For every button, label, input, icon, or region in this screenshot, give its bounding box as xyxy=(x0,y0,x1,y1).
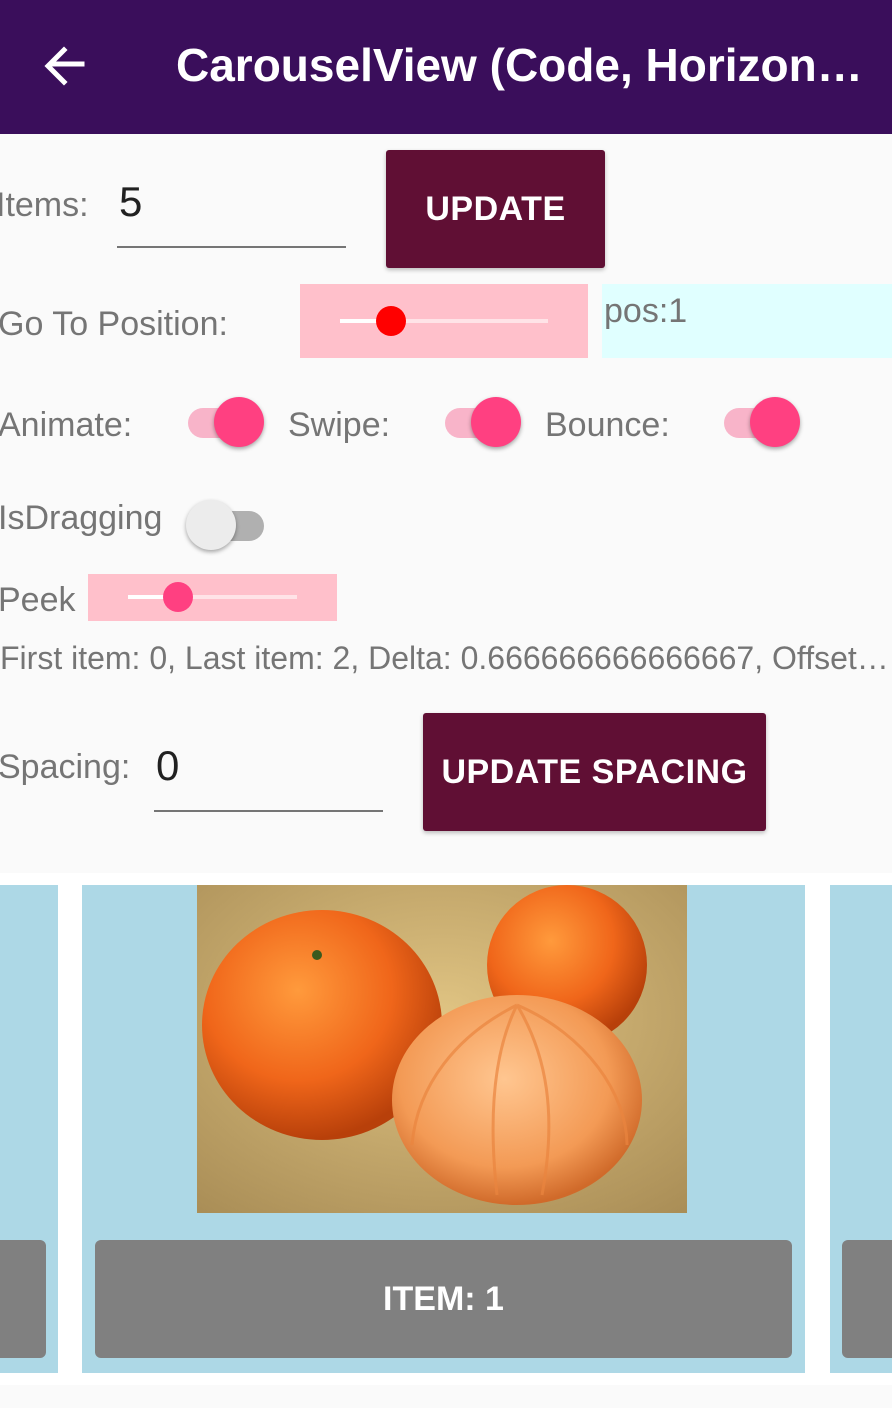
spacing-label: Spacing: xyxy=(0,748,131,786)
arrow-back-icon[interactable] xyxy=(38,40,90,92)
peek-label: Peek xyxy=(0,581,76,619)
bounce-label: Bounce: xyxy=(545,406,670,444)
position-slider-thumb[interactable] xyxy=(376,306,406,336)
animate-label: Animate: xyxy=(0,406,133,444)
app-bar: CarouselView (Code, Horizontal) xyxy=(0,0,892,134)
go-to-position-label: Go To Position: xyxy=(0,305,228,343)
animate-switch[interactable] xyxy=(184,395,266,451)
carousel-card-previous-label xyxy=(0,1240,46,1358)
peek-slider[interactable] xyxy=(88,574,337,621)
carousel-card-current[interactable]: ITEM: 1 xyxy=(82,885,805,1373)
spacing-entry-value: 0 xyxy=(156,742,180,789)
update-spacing-button[interactable]: UPDATE SPACING xyxy=(423,713,766,831)
position-readout-text: pos:1 xyxy=(604,292,688,330)
page-title: CarouselView (Code, Horizontal) xyxy=(176,39,866,91)
swipe-label: Swipe: xyxy=(288,406,391,444)
update-button[interactable]: UPDATE xyxy=(386,150,605,268)
position-slider[interactable] xyxy=(300,284,588,358)
tangerines-photo xyxy=(197,885,687,1213)
spacing-entry[interactable]: 0 xyxy=(154,742,383,812)
carousel-card-next[interactable] xyxy=(830,885,892,1373)
position-readout: pos:1 xyxy=(602,284,892,358)
carousel-view[interactable]: ITEM: 1 xyxy=(0,873,892,1385)
peek-slider-thumb[interactable] xyxy=(163,582,193,612)
is-dragging-switch[interactable] xyxy=(186,498,268,554)
items-label: Items: xyxy=(0,186,89,224)
swipe-switch[interactable] xyxy=(441,395,523,451)
carousel-card-next-label xyxy=(842,1240,892,1358)
item-info-text: First item: 0, Last item: 2, Delta: 0.66… xyxy=(0,640,892,676)
items-entry[interactable]: 5 xyxy=(117,178,346,248)
carousel-card-current-label: ITEM: 1 xyxy=(95,1240,792,1358)
bounce-switch[interactable] xyxy=(720,395,802,451)
is-dragging-label: IsDragging xyxy=(0,499,163,537)
carousel-card-previous[interactable] xyxy=(0,885,58,1373)
items-entry-value: 5 xyxy=(119,178,143,225)
